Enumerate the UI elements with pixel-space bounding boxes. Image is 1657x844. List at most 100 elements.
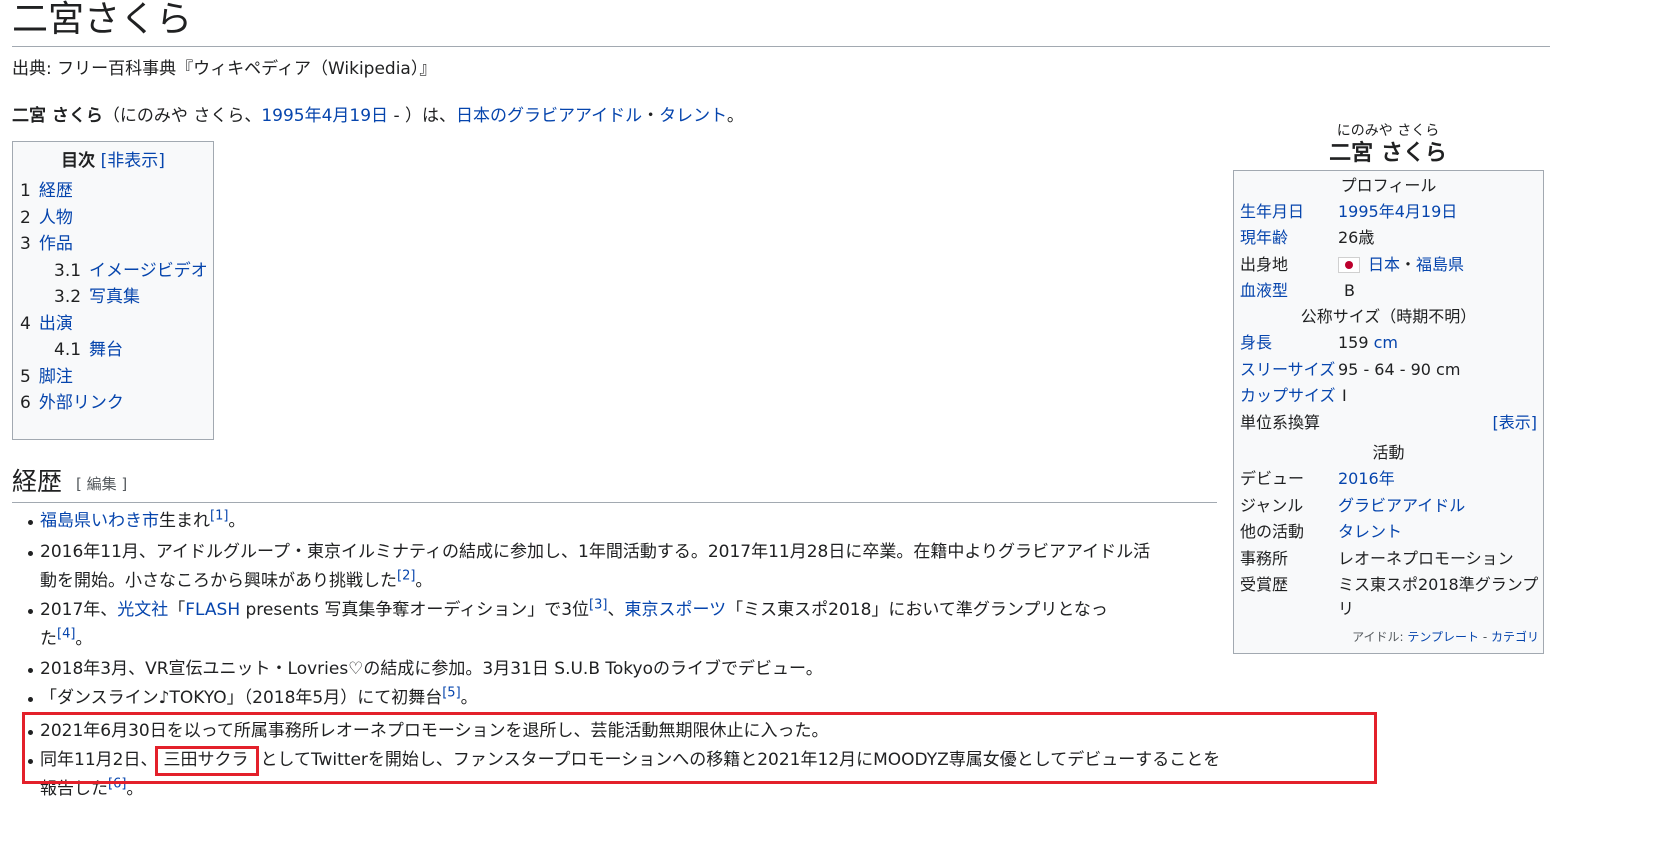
three-size-value: 95 - 64 - 90 cm [1338,360,1461,379]
agency-label: 事務所 [1240,549,1289,568]
category-link[interactable]: カテゴリ [1491,630,1539,644]
source-line: 出典: フリー百科事典『ウィキペディア（Wikipedia）』 [12,59,437,79]
title-divider [12,46,1550,47]
edit-section-link[interactable]: [ 編集 ] [76,475,127,493]
unit-toggle-button[interactable]: [表示] [1493,411,1538,435]
height-number: 159 [1338,333,1374,352]
birthdate-link[interactable]: 1995年4月19日 [261,106,388,126]
toc-item-person[interactable]: 2 人物 [13,205,213,232]
footer-sep: - [1479,630,1491,644]
kobunsha-link[interactable]: 光文社 [117,600,168,620]
toc-item-image-video[interactable]: 3.1 イメージビデオ [13,258,213,285]
infobox-size-header: 公称サイズ（時期不明） [1300,307,1477,326]
infobox-activity-header: 活動 [1372,443,1405,462]
item-text: 動を開始。小さなころから興味があり挑戦した [40,571,397,591]
japan-link[interactable]: 日本 [456,106,490,126]
toc-link[interactable]: イメージビデオ [89,261,208,281]
blood-value: B [1344,281,1355,300]
item-text: 2018年3月、VR宣伝ユニット・Lovries♡の結成に参加。3月31日 S.… [40,659,823,679]
other-value-link[interactable]: タレント [1338,520,1402,544]
award-value-line2: リ [1338,599,1355,618]
list-item: 福島県いわき市生まれ[1]。 [27,507,246,536]
lead-end: 。 [726,106,744,126]
toc-title: 目次 [61,151,96,171]
lead-paragraph: 二宮 さくら（にのみや さくら、1995年4月19日 - ）は、日本のグラビアア… [12,104,744,128]
toc-link[interactable]: 出演 [39,314,73,334]
list-item: 2017年、光文社「FLASH presents 写真集争奪オーディション」で3… [28,596,1108,654]
origin-value: 日本・福島県 [1338,253,1464,277]
toc-link[interactable]: 人物 [39,208,73,228]
toc-item-stage[interactable]: 4.1 舞台 [13,337,213,364]
toc-number: 4.1 [54,340,82,360]
toc-link[interactable]: 作品 [39,234,73,254]
infobox-footer: アイドル: テンプレート - カテゴリ [1352,629,1539,645]
template-link[interactable]: テンプレート [1407,630,1479,644]
tosupo-link[interactable]: 東京スポーツ [624,600,726,620]
gravure-link[interactable]: グラビアアイドル [507,106,642,126]
origin-country-link[interactable]: 日本 [1368,255,1400,274]
birth-value-link[interactable]: 1995年4月19日 [1338,200,1457,224]
toc-toggle-button[interactable]: [非表示] [101,151,165,171]
item-text: 。 [75,629,93,649]
toc-item-photobook[interactable]: 3.2 写真集 [13,284,213,311]
lead-middle: - ）は、 [388,106,456,126]
cup-value: I [1342,386,1347,405]
debut-value-link[interactable]: 2016年 [1338,467,1395,491]
item-text: た [40,629,57,649]
item-text: 2017年、 [40,600,118,620]
toc-link[interactable]: 外部リンク [39,393,124,413]
age-label-link[interactable]: 現年齢 [1240,226,1288,250]
toc-number: 4 [20,313,31,334]
item-text: 。 [228,511,246,531]
toc-link[interactable]: 脚注 [39,367,73,387]
section-divider [12,502,1217,503]
toc-item-external-links[interactable]: 6 外部リンク [13,390,213,417]
toc-link[interactable]: 写真集 [89,287,140,307]
item-text: presents 写真集争奪オーディション」で3位 [240,600,590,620]
ref-link[interactable]: [5] [442,685,460,700]
toc-number: 2 [20,207,31,228]
page-title: 二宮さくら [12,0,193,40]
toc-number: 3 [20,234,31,254]
ref-link[interactable]: [2] [397,568,415,583]
height-label-link[interactable]: 身長 [1240,331,1272,355]
blood-label-link[interactable]: 血液型 [1240,279,1288,303]
toc-item-notes[interactable]: 5 脚注 [13,364,213,391]
flash-link[interactable]: FLASH [185,600,240,620]
section-heading-career: 経歴 [ 編集 ] [12,464,127,502]
toc-link[interactable]: 経歴 [39,181,73,201]
genre-value-link[interactable]: グラビアアイドル [1338,494,1465,518]
birth-label-link[interactable]: 生年月日 [1240,200,1304,224]
footer-prefix: アイドル: [1352,630,1408,644]
item-text: 、 [607,600,625,620]
toc-item-works[interactable]: 3 作品 [13,231,213,258]
highlight-name-box [155,746,259,776]
iwaki-link[interactable]: 福島県いわき市 [40,511,159,531]
list-item: 2018年3月、VR宣伝ユニット・Lovries♡の結成に参加。3月31日 S.… [28,655,823,684]
talent-link[interactable]: タレント [659,106,727,126]
toc-list: 1 経歴 2 人物 3 作品 3.1 イメージビデオ 3.2 写真集 4 出演 4.1 舞台 … [13,178,213,417]
infobox-profile-header: プロフィール [1340,176,1437,195]
age-value: 26歳 [1338,228,1375,247]
toc-link[interactable]: 舞台 [89,340,123,360]
toc-item-career[interactable]: 1 経歴 [13,178,213,205]
toc-header: 目次 [非表示] [13,150,213,172]
no-link[interactable]: の [490,106,507,126]
ref-link[interactable]: [1] [210,508,228,523]
award-label: 受賞歴 [1240,575,1289,594]
cup-label-link[interactable]: カップサイズ [1240,384,1336,408]
item-text: 「 [168,600,186,620]
lead-dot: ・ [642,106,660,126]
item-text: 。 [415,571,433,591]
toc-item-appearances[interactable]: 4 出演 [13,311,213,338]
agency-value: レオーネプロモーション [1338,549,1514,568]
genre-label: ジャンル [1240,496,1304,515]
ref-link[interactable]: [3] [589,597,607,612]
ref-link[interactable]: [4] [57,626,75,641]
toc-number: 3.1 [54,260,82,281]
cm-link[interactable]: cm [1374,333,1398,352]
origin-pref-link[interactable]: 福島県 [1416,255,1464,274]
three-size-label-link[interactable]: スリーサイズ [1240,358,1335,382]
debut-label: デビュー [1240,469,1305,488]
infobox-ruby: にのみや さくら [1336,123,1440,139]
